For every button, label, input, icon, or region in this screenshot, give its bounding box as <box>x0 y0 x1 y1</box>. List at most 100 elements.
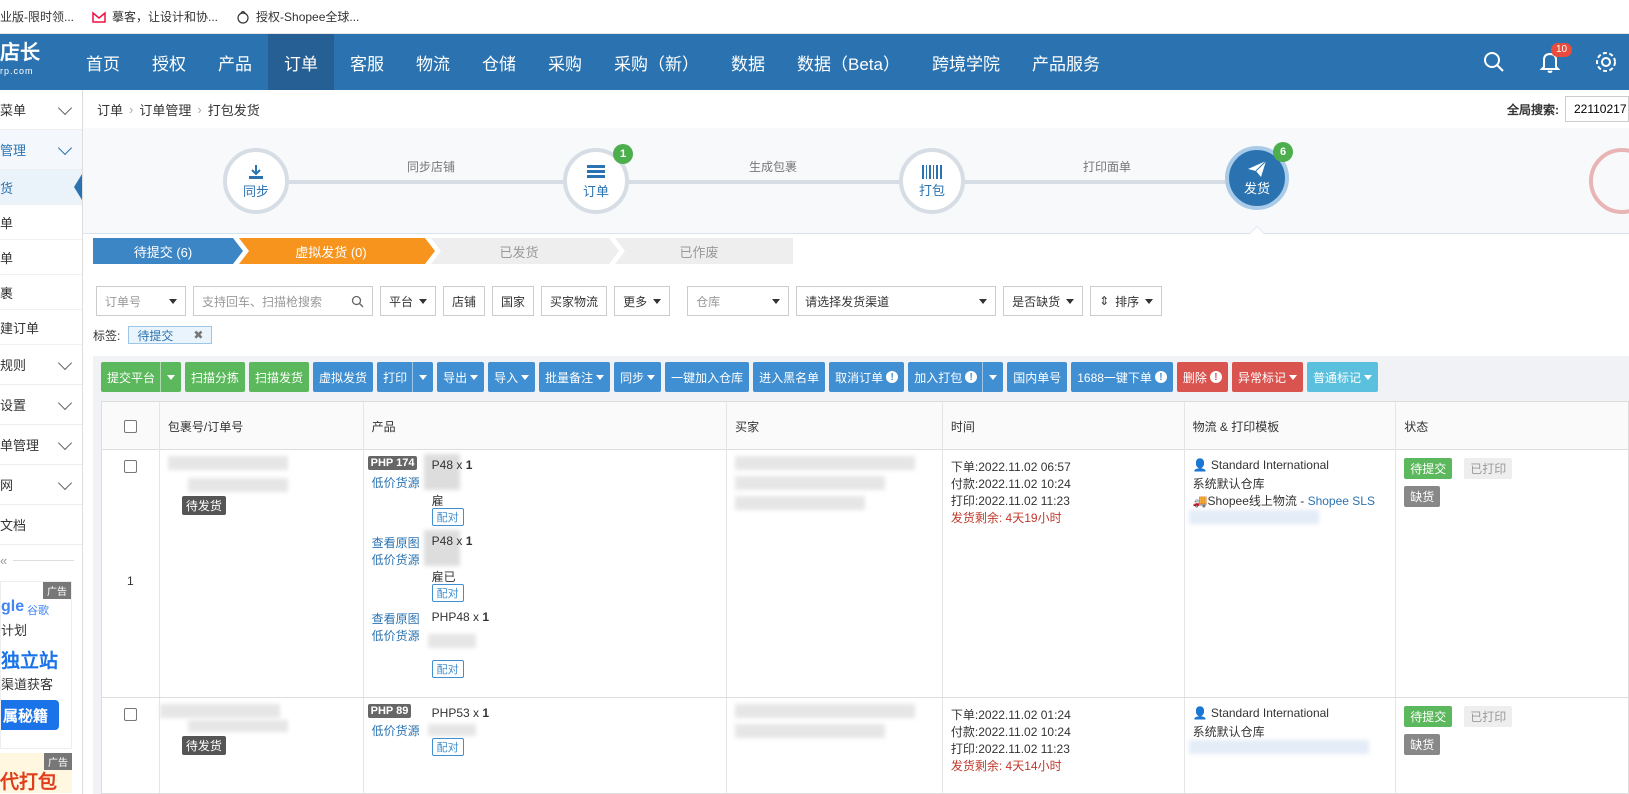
print-dropdown-toggle[interactable] <box>412 362 428 392</box>
bookmark-2[interactable]: 摹客，让设计和协... <box>92 8 218 25</box>
nav-item-11[interactable]: 跨境学院 <box>916 34 1016 90</box>
submit-platform-button[interactable]: 提交平台 <box>101 362 182 392</box>
warehouse-select[interactable]: 仓库 <box>687 286 790 316</box>
batch-note-button[interactable]: 批量备注 <box>539 362 611 392</box>
close-icon[interactable]: ✖ <box>193 328 203 342</box>
low-price-source-link[interactable]: 低价货源 <box>372 627 420 644</box>
nav-item-3[interactable]: 订单 <box>268 34 334 90</box>
order-number[interactable] <box>187 720 288 732</box>
more-dropdown[interactable]: 更多 <box>614 286 671 316</box>
nav-item-0[interactable]: 首页 <box>70 34 136 90</box>
submit-dropdown-toggle[interactable] <box>160 362 176 392</box>
scan-ship-button[interactable]: 扫描发货 <box>249 362 310 392</box>
ad-button[interactable]: 属秘籍 <box>1 700 59 730</box>
ad-banner-2[interactable]: 广告 代打包 <box>0 753 72 793</box>
nav-item-1[interactable]: 授权 <box>136 34 202 90</box>
sidebar-item-docs[interactable]: 文档 <box>0 505 82 545</box>
sidebar-item-net[interactable]: 网 <box>0 465 82 505</box>
sidebar-collapse-button[interactable]: « <box>0 545 82 575</box>
pair-button[interactable]: 配对 <box>431 738 464 756</box>
sidebar-sub-3[interactable]: 裹 <box>0 275 82 310</box>
row-checkbox[interactable] <box>124 708 137 721</box>
table-row[interactable]: 1 待发货 PHP 174 低价货源 P48 x 1 雇 配对 查看原图 低价货… <box>102 450 1628 698</box>
process-link-sync-shop[interactable]: 同步店铺 <box>407 158 455 175</box>
sidebar-sub-4[interactable]: 建订单 <box>0 310 82 345</box>
nav-item-5[interactable]: 物流 <box>400 34 466 90</box>
cancel-order-button[interactable]: 取消订单! <box>829 362 905 392</box>
pair-button[interactable]: 配对 <box>431 584 464 602</box>
out-of-stock-dropdown[interactable]: 是否缺货 <box>1003 286 1084 316</box>
sidebar-item-rules[interactable]: 规则 <box>0 345 82 385</box>
package-number[interactable] <box>159 704 280 718</box>
add-warehouse-button[interactable]: 一键加入仓库 <box>665 362 750 392</box>
pair-button[interactable]: 配对 <box>431 660 464 678</box>
sidebar-sub-1[interactable]: 单 <box>0 205 82 240</box>
scan-sort-button[interactable]: 扫描分拣 <box>185 362 246 392</box>
add-pack-button[interactable]: 加入打包! <box>908 362 1004 392</box>
package-number[interactable] <box>167 456 288 470</box>
breadcrumb-item[interactable]: 订单管理 <box>139 100 191 119</box>
nav-item-2[interactable]: 产品 <box>202 34 268 90</box>
row-checkbox[interactable] <box>124 460 137 473</box>
nav-item-8[interactable]: 采购（新） <box>598 34 715 90</box>
tab-virtual-ship[interactable]: 虚拟发货 (0) <box>233 238 429 264</box>
nav-item-6[interactable]: 仓储 <box>466 34 532 90</box>
view-image-link[interactable]: 查看原图 <box>372 610 420 627</box>
sidebar-item-manage[interactable]: 管理 <box>0 130 82 170</box>
sidebar-item-order-manage[interactable]: 单管理 <box>0 425 82 465</box>
process-step-order[interactable]: 订单 1 <box>563 144 633 214</box>
process-step-ship[interactable]: 发货 6 <box>1225 142 1293 210</box>
notification-button[interactable]: 10 <box>1537 43 1573 75</box>
nav-item-10[interactable]: 数据（Beta） <box>781 34 916 90</box>
nav-item-7[interactable]: 采购 <box>532 34 598 90</box>
ad-banner[interactable]: 广告 gle 谷歌 计划 独立站 渠道获客 属秘籍 <box>0 581 72 749</box>
order-no-select[interactable]: 订单号 <box>96 286 186 316</box>
nav-item-4[interactable]: 客服 <box>334 34 400 90</box>
search-icon[interactable] <box>1481 49 1507 75</box>
process-link-generate-package[interactable]: 生成包裹 <box>749 158 797 175</box>
platform-dropdown[interactable]: 平台 <box>380 286 437 316</box>
country-button[interactable]: 国家 <box>492 286 535 316</box>
tab-voided[interactable]: 已作废 <box>609 238 789 264</box>
view-image-link[interactable]: 查看原图 <box>372 534 420 551</box>
buyer-logistics-button[interactable]: 买家物流 <box>541 286 608 316</box>
sidebar-sub-ship[interactable]: 货 <box>0 170 82 205</box>
sidebar-item-settings[interactable]: 设置 <box>0 385 82 425</box>
process-step-next[interactable] <box>1589 148 1629 214</box>
global-search-input[interactable] <box>1565 96 1629 122</box>
normal-mark-button[interactable]: 普通标记 <box>1306 362 1378 392</box>
order-number[interactable] <box>187 478 288 492</box>
logo[interactable]: 店长 rp.com <box>0 34 70 90</box>
process-link-print-label[interactable]: 打印面单 <box>1083 158 1131 175</box>
import-button[interactable]: 导入 <box>488 362 536 392</box>
print-button[interactable]: 打印 <box>377 362 434 392</box>
gear-icon[interactable] <box>1593 49 1619 75</box>
breadcrumb-item[interactable]: 订单 <box>97 100 123 119</box>
low-price-source-link[interactable]: 低价货源 <box>372 551 420 568</box>
sort-dropdown[interactable]: ⇕ 排序 <box>1090 286 1163 316</box>
table-row[interactable]: 待发货 PHP 89 低价货源 PHP53 x 1 配对 下单:2022.11.… <box>102 698 1628 793</box>
search-input[interactable]: 支持回车、扫描枪搜索 <box>193 286 373 316</box>
shop-button[interactable]: 店铺 <box>443 286 486 316</box>
select-all-checkbox[interactable] <box>123 419 137 433</box>
sync-button[interactable]: 同步 <box>614 362 662 392</box>
tab-pending-submit[interactable]: 待提交 (6) <box>93 238 233 264</box>
carrier-link[interactable]: Shopee SLS <box>1308 494 1375 508</box>
add-pack-dropdown-toggle[interactable] <box>982 362 998 392</box>
virtual-ship-button[interactable]: 虚拟发货 <box>313 362 374 392</box>
abnormal-mark-button[interactable]: 异常标记 <box>1231 362 1303 392</box>
channel-select[interactable]: 请选择发货渠道 <box>796 286 997 316</box>
low-price-source-link[interactable]: 低价货源 <box>372 474 420 491</box>
nav-item-9[interactable]: 数据 <box>715 34 781 90</box>
sidebar-item-menu[interactable]: 菜单 <box>0 90 82 130</box>
sidebar-sub-2[interactable]: 单 <box>0 240 82 275</box>
blacklist-button[interactable]: 进入黑名单 <box>753 362 826 392</box>
order-1688-button[interactable]: 1688一键下单! <box>1071 362 1173 392</box>
bookmark-3[interactable]: 授权-Shopee全球... <box>236 8 359 25</box>
tab-shipped[interactable]: 已发货 <box>429 238 609 264</box>
pair-button[interactable]: 配对 <box>431 508 464 526</box>
process-step-pack[interactable]: 打包 <box>899 148 965 214</box>
export-button[interactable]: 导出 <box>437 362 485 392</box>
low-price-source-link[interactable]: 低价货源 <box>372 722 420 739</box>
nav-item-12[interactable]: 产品服务 <box>1016 34 1116 90</box>
